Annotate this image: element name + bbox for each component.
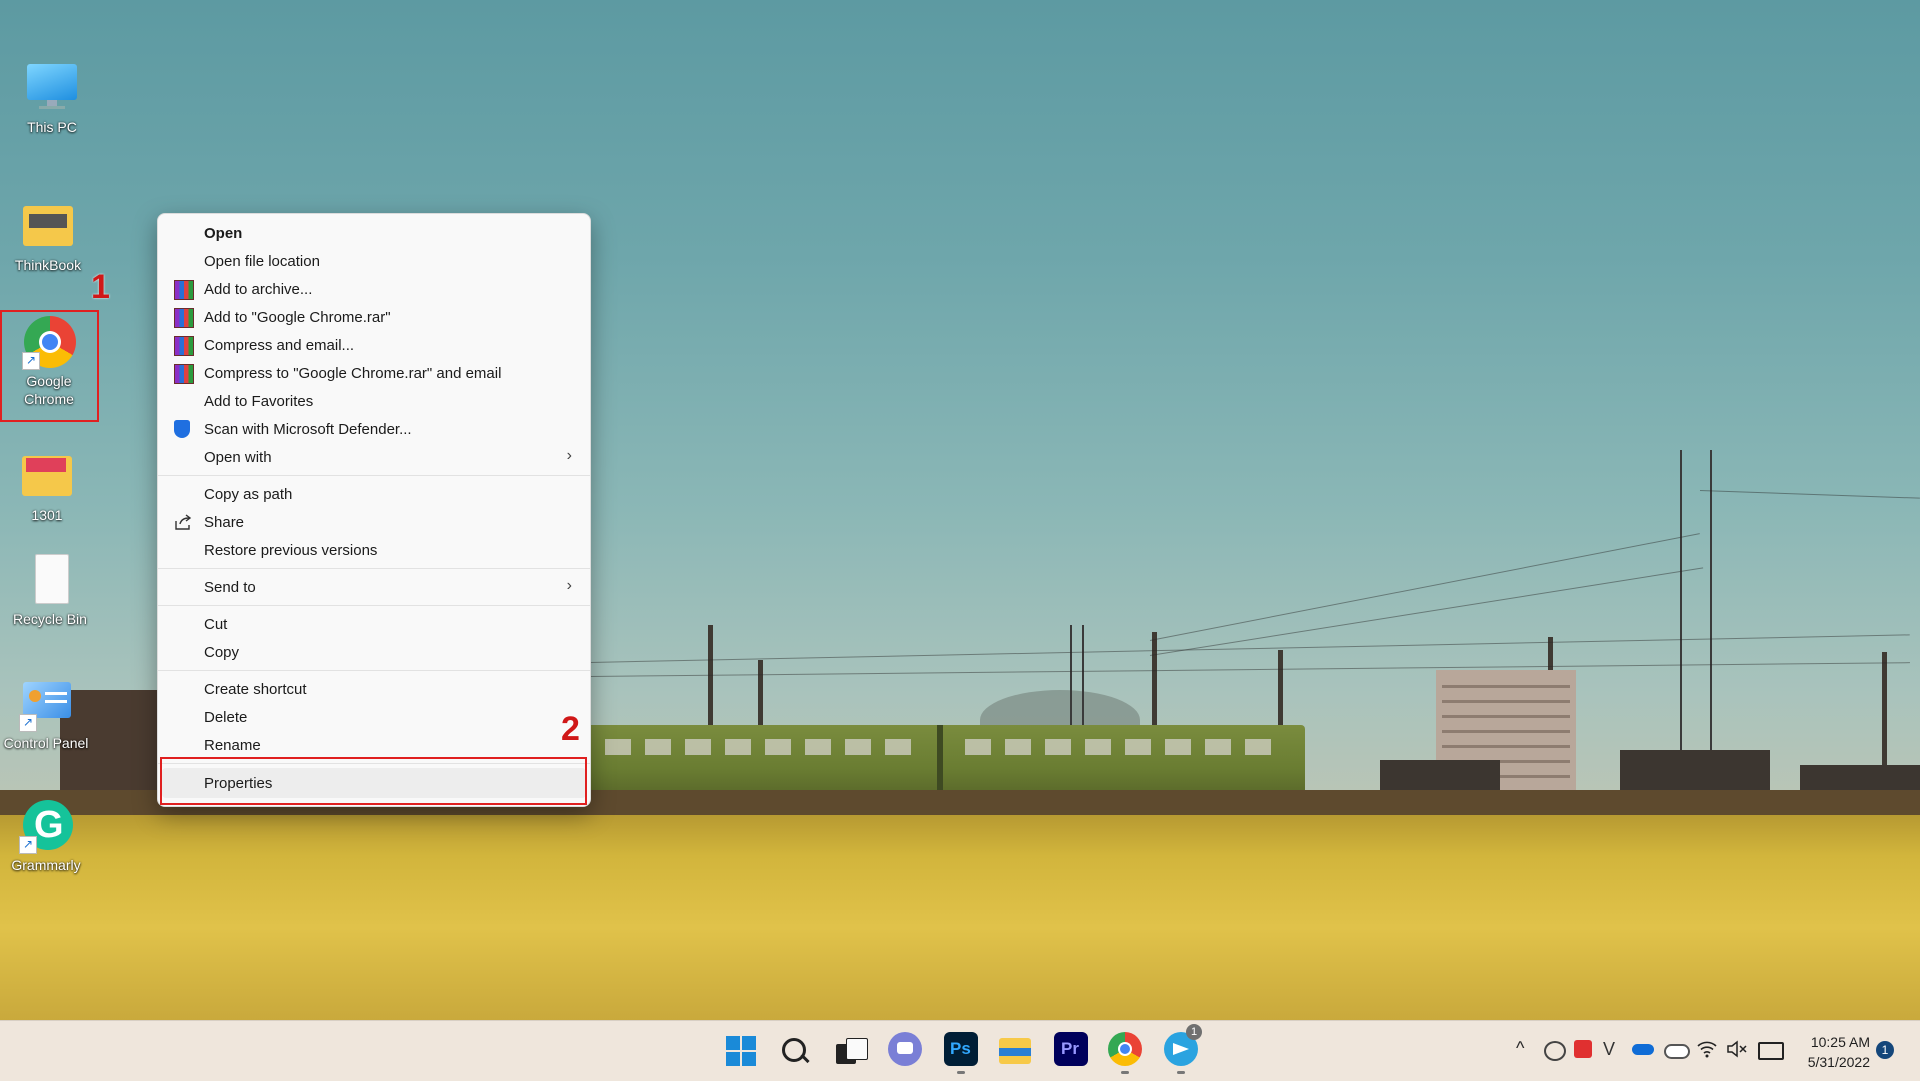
desktop-icon-label: Grammarly (11, 857, 81, 873)
menu-item-open-file-location[interactable]: Open file location (162, 247, 586, 275)
monitor-icon (25, 60, 79, 114)
clock-date: 5/31/2022 (1807, 1054, 1870, 1070)
chrome-icon[interactable] (1108, 1032, 1142, 1066)
desktop-icon-thinkbook[interactable]: ThinkBook (0, 198, 96, 274)
folder-icon (21, 198, 75, 252)
winrar-icon (174, 308, 194, 328)
taskbar-clock[interactable]: 10:25 AM 5/31/2022 (1780, 1032, 1870, 1072)
photoshop-icon[interactable]: Ps (944, 1032, 978, 1066)
shortcut-arrow-icon: ↗ (19, 714, 37, 732)
desktop-icon-label: 1301 (31, 507, 63, 523)
winrar-icon (174, 336, 194, 356)
menu-item-add-to-archive[interactable]: Add to archive... (162, 275, 586, 303)
desktop-icon-control-panel[interactable]: ↗ Control Panel (0, 676, 94, 752)
wallpaper-pylon (1680, 450, 1712, 750)
step-2-annotation: 2 (561, 710, 580, 748)
defender-shield-icon (174, 420, 192, 438)
tray-overflow-chevron-icon[interactable]: ^ (1516, 1038, 1524, 1059)
desktop-icon-recycle-bin[interactable]: Recycle Bin (2, 552, 98, 628)
menu-item-compress-and-email[interactable]: Compress and email... (162, 331, 586, 359)
menu-separator (158, 605, 590, 606)
desktop-icon-label: Control Panel (3, 735, 89, 751)
menu-item-restore-previous-versions[interactable]: Restore previous versions (162, 536, 586, 564)
menu-item-scan-defender[interactable]: Scan with Microsoft Defender... (162, 415, 586, 443)
winrar-icon (174, 364, 194, 384)
clock-time: 10:25 AM (1810, 1034, 1870, 1050)
desktop-icon-label: Recycle Bin (13, 611, 87, 627)
grammarly-icon: G ↗ (19, 798, 73, 854)
tray-red-app-icon[interactable] (1574, 1040, 1592, 1058)
menu-separator (158, 475, 590, 476)
wallpaper-wire (1699, 490, 1920, 499)
menu-item-add-to-favorites[interactable]: Add to Favorites (162, 387, 586, 415)
control-panel-icon: ↗ (19, 676, 73, 732)
tray-app-icon[interactable] (1544, 1041, 1566, 1061)
wallpaper-wire (1149, 533, 1700, 641)
menu-item-send-to[interactable]: Send to › (162, 573, 586, 601)
telegram-icon[interactable]: 1 (1164, 1024, 1202, 1066)
properties-highlight-box (160, 757, 587, 805)
telegram-badge: 1 (1186, 1024, 1202, 1040)
running-indicator (1177, 1071, 1185, 1074)
desktop-icon-label: This PC (27, 119, 77, 135)
vpn-v-icon[interactable]: V (1603, 1039, 1615, 1060)
premiere-icon[interactable]: Pr (1054, 1032, 1088, 1066)
file-explorer-icon[interactable] (998, 1032, 1032, 1066)
menu-item-delete[interactable]: Delete (162, 703, 586, 731)
menu-item-copy-as-path[interactable]: Copy as path (162, 480, 586, 508)
winrar-icon (174, 280, 194, 300)
menu-item-share[interactable]: Share (162, 508, 586, 536)
menu-item-cut[interactable]: Cut (162, 610, 586, 638)
running-indicator (957, 1071, 965, 1074)
desktop-icon-grammarly[interactable]: G ↗ Grammarly (0, 798, 94, 874)
menu-item-compress-to-rar-and-email[interactable]: Compress to "Google Chrome.rar" and emai… (162, 359, 586, 387)
onedrive-icon[interactable] (1632, 1044, 1654, 1055)
menu-item-create-shortcut[interactable]: Create shortcut (162, 675, 586, 703)
menu-separator (158, 670, 590, 671)
menu-item-add-to-rar[interactable]: Add to "Google Chrome.rar" (162, 303, 586, 331)
share-icon (174, 513, 192, 531)
running-indicator (1121, 1071, 1129, 1074)
wallpaper-train (585, 725, 1305, 797)
recycle-bin-icon (23, 552, 77, 606)
context-menu: Open Open file location Add to archive..… (157, 213, 591, 807)
chevron-right-icon: › (566, 577, 572, 594)
desktop-icon-label: ThinkBook (14, 257, 82, 273)
menu-item-copy[interactable]: Copy (162, 638, 586, 666)
wallpaper-wire (1149, 567, 1704, 656)
menu-separator (158, 568, 590, 569)
task-view-icon[interactable] (836, 1036, 868, 1066)
desktop-icon-this-pc[interactable]: This PC (4, 60, 100, 136)
chevron-right-icon: › (566, 447, 572, 464)
volume-muted-icon[interactable] (1726, 1040, 1748, 1060)
folder-icon (20, 448, 74, 502)
search-icon[interactable] (780, 1036, 810, 1066)
wifi-icon[interactable] (1697, 1040, 1717, 1060)
notification-badge[interactable]: 1 (1876, 1041, 1894, 1059)
shortcut-arrow-icon: ↗ (19, 836, 37, 854)
menu-item-open-with[interactable]: Open with › (162, 443, 586, 471)
teams-chat-icon[interactable] (888, 1032, 922, 1066)
wallpaper-flower-field (0, 815, 1920, 1020)
onedrive-personal-icon[interactable] (1664, 1044, 1690, 1059)
step-1-annotation: 1 (91, 268, 110, 306)
desktop-icon-1301[interactable]: 1301 (0, 448, 95, 524)
windows-start-icon[interactable] (726, 1036, 756, 1066)
menu-item-rename[interactable]: Rename (162, 731, 586, 759)
menu-item-open[interactable]: Open (162, 219, 586, 247)
chrome-highlight-box (0, 310, 99, 422)
